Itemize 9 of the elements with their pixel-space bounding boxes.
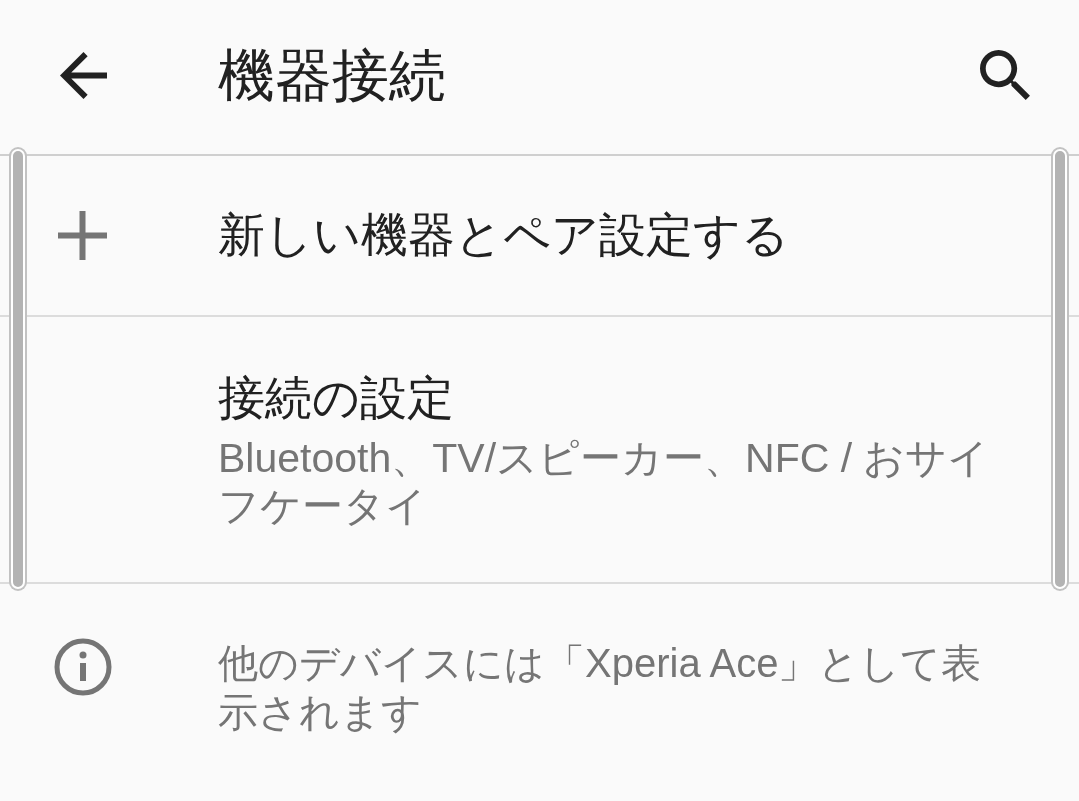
- item-title: 新しい機器とペア設定する: [218, 207, 790, 264]
- device-name-note: 他のデバイスには「Xperia Ace」として表示されます: [218, 640, 983, 736]
- back-arrow-icon[interactable]: [60, 51, 107, 99]
- search-icon[interactable]: [980, 50, 1030, 100]
- plus-icon: [58, 211, 107, 260]
- item-summary: Bluetooth、TV/スピーカー、NFC / おサイフケータイ: [218, 433, 991, 530]
- info-icon: [54, 638, 112, 696]
- item-title: 接続の設定: [218, 370, 455, 427]
- page-title: 機器接続: [218, 41, 447, 109]
